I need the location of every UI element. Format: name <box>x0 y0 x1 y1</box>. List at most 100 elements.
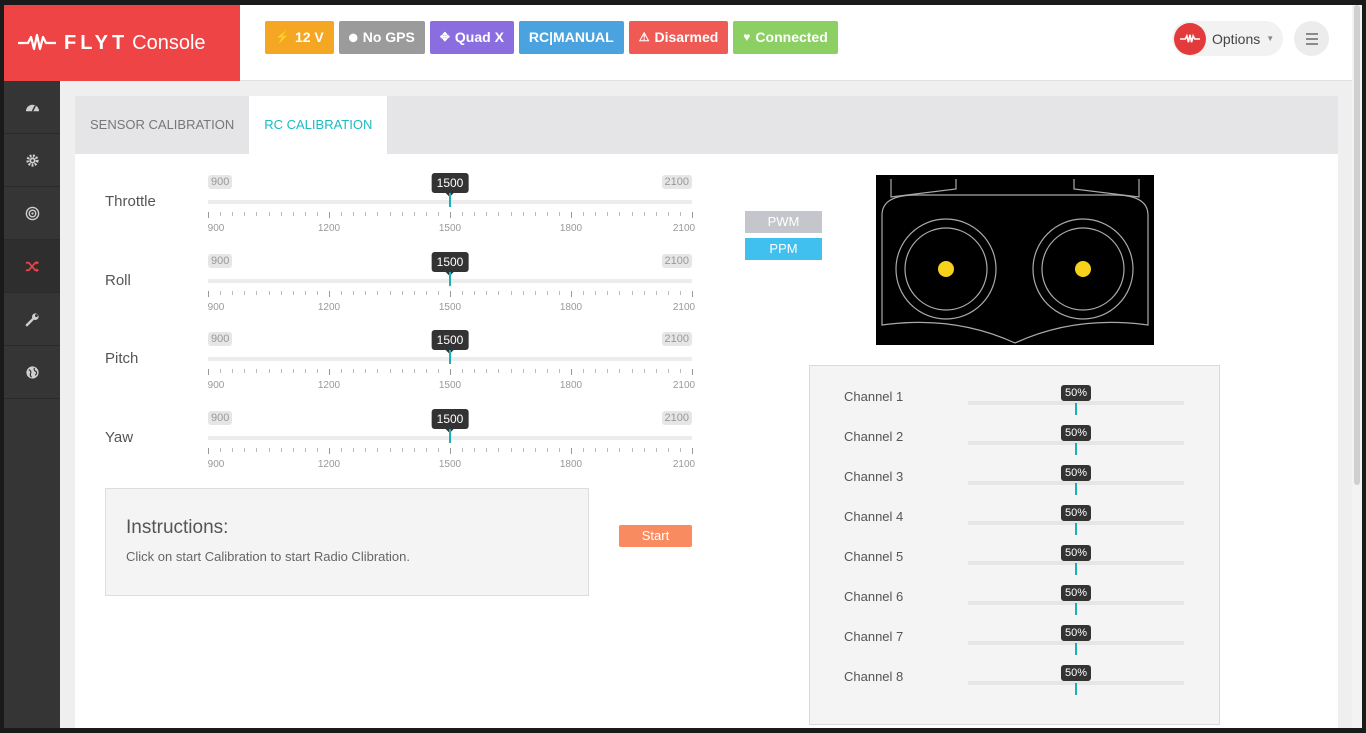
options-dropdown[interactable]: Options ▼ <box>1172 21 1283 56</box>
slider-value: 1500 <box>431 408 469 433</box>
slider-tick <box>667 212 669 216</box>
slider-max: 2100 <box>661 410 692 425</box>
slider-tick <box>208 212 209 218</box>
slider-tick <box>377 369 379 373</box>
status-badges: ⚡ 12 V ⬤ No GPS ✥ Quad X RC|MANUAL ⚠ Disarmed ♥ Co… <box>265 21 843 54</box>
heart-icon: ♥ <box>743 30 751 44</box>
rc-slider[interactable]: 900 2100 1500 900 1200 1500 1800 2100 <box>208 408 695 487</box>
slider-tick <box>571 212 572 218</box>
slider-tick <box>474 212 476 216</box>
slider-tick <box>389 212 391 216</box>
slider-tick <box>595 447 597 452</box>
slider-tick <box>692 290 693 297</box>
channel-handle <box>1075 403 1077 415</box>
slider-tick <box>304 290 306 295</box>
sidebar-item-rc[interactable] <box>4 240 60 293</box>
logo-text: FLYT <box>64 31 129 54</box>
rc-slider[interactable]: 900 2100 1500 900 1200 1500 1800 2100 <box>207 330 695 408</box>
transmitter-visual <box>876 175 1154 345</box>
slider-tick <box>437 212 439 216</box>
slider-tick <box>389 369 391 373</box>
scrollbar[interactable] <box>1352 5 1362 728</box>
slider-tick <box>220 290 222 295</box>
tab-rc-calibration[interactable]: RC CALIBRATION <box>249 96 388 154</box>
start-calibration-button[interactable]: Start <box>619 525 692 547</box>
slider-tick <box>413 212 415 216</box>
slider-tick <box>377 290 379 295</box>
channel-label: Channel 1 <box>844 389 904 404</box>
slider-handle[interactable] <box>449 428 451 443</box>
channel-label: Channel 3 <box>844 469 904 484</box>
pwm-button[interactable]: PWM <box>745 211 822 233</box>
rc-slider[interactable]: 900 2100 1500 900 1200 1500 1800 2100 <box>207 173 695 251</box>
slider-handle[interactable] <box>449 350 451 364</box>
slider-tick <box>232 290 234 295</box>
logo-subtext: Console <box>132 31 206 54</box>
slider-tick <box>498 447 500 452</box>
channel-value: 50% <box>1060 585 1092 601</box>
slider-tick <box>583 290 585 295</box>
slider-tick <box>643 290 645 295</box>
slider-value: 1500 <box>431 173 469 197</box>
channel-handle <box>1075 563 1077 575</box>
slider-tick <box>450 447 451 454</box>
slider-tick <box>571 369 572 375</box>
rc-slider[interactable]: 900 2100 1500 900 1200 1500 1800 2100 <box>208 251 695 330</box>
target-icon <box>25 206 39 220</box>
hamburger-menu-button[interactable] <box>1294 21 1329 56</box>
right-stick <box>1075 261 1091 277</box>
channel-row: Channel 7 50% <box>810 615 1221 655</box>
sidebar-item-tools[interactable] <box>4 293 60 346</box>
slider-tick <box>679 369 681 373</box>
slider-min: 900 <box>208 332 233 346</box>
sidebar-item-dashboard[interactable] <box>4 81 60 134</box>
logo-mark-icon <box>1180 33 1200 42</box>
sidebar-item-target[interactable] <box>4 187 60 240</box>
slider-tick-label: 900 <box>207 223 225 234</box>
slider-tick-label: 900 <box>207 380 225 391</box>
slider-tick <box>280 447 282 452</box>
slider-handle[interactable] <box>449 271 451 286</box>
tab-sensor-calibration[interactable]: SENSOR CALIBRATION <box>75 96 249 154</box>
slider-tick <box>510 447 512 452</box>
slider-tick <box>268 447 270 452</box>
slider-tick <box>425 212 427 216</box>
dashboard-icon <box>25 104 39 112</box>
slider-tick <box>679 290 681 295</box>
rc-slider-row: Throttle 900 2100 1500 900 1200 1500 1800 2100 <box>75 173 695 251</box>
slider-tick <box>583 447 585 452</box>
slider-tick <box>401 369 403 373</box>
slider-tick <box>304 369 306 373</box>
slider-tick <box>292 212 294 216</box>
slider-tick <box>692 369 693 375</box>
sidebar-item-settings[interactable] <box>4 134 60 187</box>
slider-tick <box>256 447 258 452</box>
slider-tick <box>268 212 270 216</box>
logo[interactable]: FLYT Console <box>4 5 240 81</box>
scrollbar-thumb[interactable] <box>1354 5 1360 485</box>
channel-row: Channel 1 50% <box>810 375 1221 415</box>
slider-handle[interactable] <box>449 193 451 207</box>
slider-tick <box>546 212 548 216</box>
ppm-button[interactable]: PPM <box>745 238 822 260</box>
slider-tick <box>558 447 560 452</box>
slider-tick <box>377 212 379 216</box>
channel-handle <box>1075 603 1077 615</box>
slider-tick <box>353 447 355 452</box>
channel-label: Channel 5 <box>844 549 904 564</box>
slider-tick <box>353 290 355 295</box>
bolt-icon: ⚡ <box>275 30 290 44</box>
slider-tick <box>365 447 367 452</box>
rc-slider-row: Yaw 900 2100 1500 900 1200 1500 1800 2100 <box>75 408 695 487</box>
sidebar-item-map[interactable] <box>4 346 60 399</box>
slider-tick <box>389 290 391 295</box>
slider-tick <box>546 447 548 452</box>
slider-tick <box>329 290 330 297</box>
channel-label: Channel 2 <box>844 429 904 444</box>
slider-tick <box>474 447 476 452</box>
slider-tick <box>522 290 524 295</box>
slider-tick <box>534 212 536 216</box>
slider-tick-label: 1800 <box>559 380 583 391</box>
slider-max: 2100 <box>661 175 692 189</box>
channel-value: 50% <box>1060 505 1092 521</box>
